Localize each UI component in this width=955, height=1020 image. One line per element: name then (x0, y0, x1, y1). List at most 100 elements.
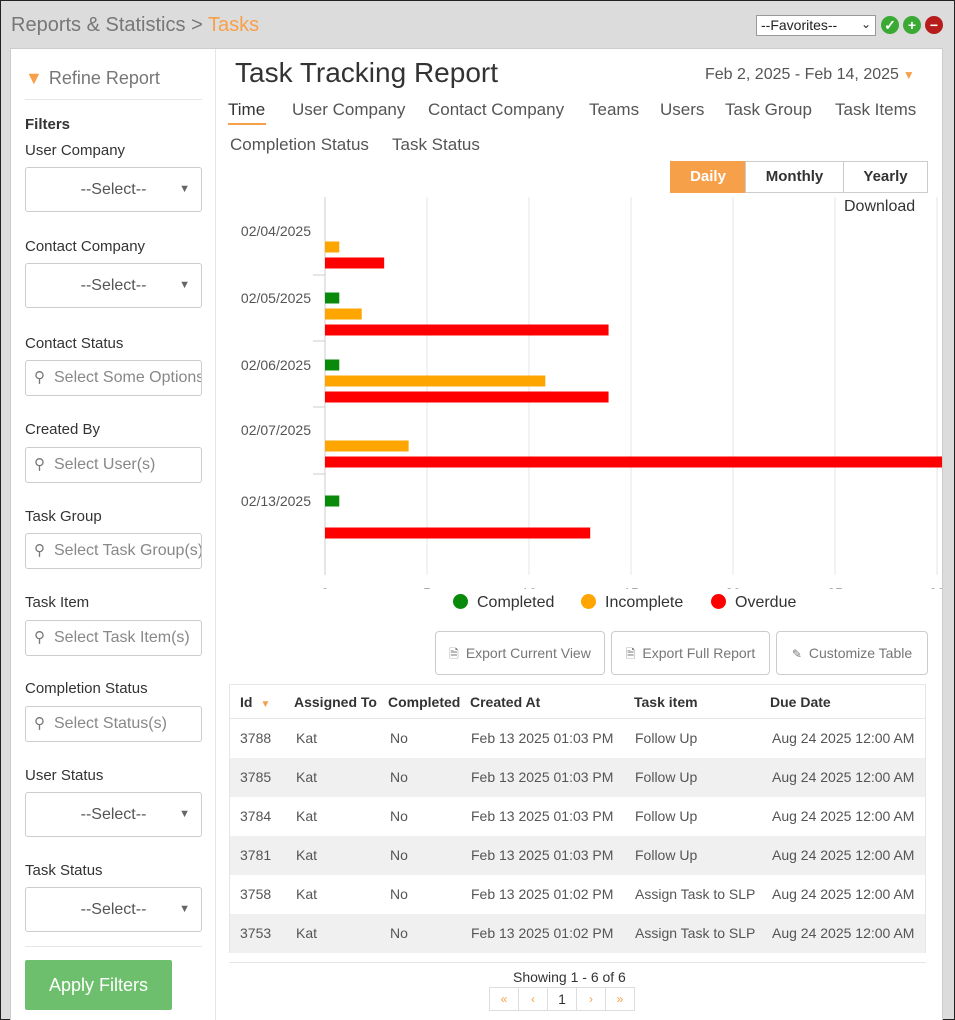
table-row[interactable]: 3753 Kat No Feb 13 2025 01:02 PM Assign Task… (230, 914, 925, 953)
legend-item-completed[interactable]: Completed (453, 594, 554, 612)
date-range-value: Feb 2, 2025 - Feb 14, 2025 (705, 66, 899, 83)
search-icon: ⚲ (34, 629, 45, 646)
tick-label: 30 (929, 585, 942, 589)
cell-task-item: Assign Task to SLP (635, 886, 756, 902)
export-current-view-button[interactable]: 🗎 Export Current View (435, 631, 605, 675)
column-header-created-at[interactable]: Created At (470, 685, 540, 719)
tab-task-status[interactable]: Task Status (392, 135, 480, 155)
cell-assigned-to: Kat (296, 847, 318, 863)
bar-overdue (325, 324, 609, 336)
active-tab-indicator (228, 123, 266, 125)
refine-label: Refine Report (48, 68, 160, 88)
table-row[interactable]: 3784 Kat No Feb 13 2025 01:03 PM Follow Up Au… (230, 797, 925, 836)
task-group-placeholder: Select Task Group(s) (54, 542, 202, 559)
task-group-input[interactable]: ⚲ Select Task Group(s) (25, 533, 202, 569)
caret-down-icon: ▼ (179, 279, 190, 291)
tab-task-group[interactable]: Task Group (725, 100, 812, 120)
bar-completed (325, 359, 340, 371)
tab-time[interactable]: Time (228, 100, 265, 120)
cell-task-item: Follow Up (635, 808, 698, 824)
filter-label-created-by: Created By (25, 421, 101, 438)
task-item-input[interactable]: ⚲ Select Task Item(s) (25, 620, 202, 656)
cell-assigned-to: Kat (296, 925, 318, 941)
cell-completed: No (390, 847, 408, 863)
task-item-placeholder: Select Task Item(s) (54, 629, 190, 646)
divider (229, 962, 926, 963)
filter-sidebar: ▼ Refine Report Filters User Company --Se… (11, 49, 216, 1020)
breadcrumb-current: Tasks (207, 14, 260, 36)
column-header-due-date[interactable]: Due Date (770, 685, 831, 719)
bar-incomplete (325, 241, 340, 253)
column-header-task-item[interactable]: Task item (634, 685, 698, 719)
user-status-value: --Select-- (80, 806, 147, 823)
tab-task-items[interactable]: Task Items (835, 100, 916, 120)
sort-desc-icon: ▼ (260, 699, 271, 710)
breadcrumb-parent[interactable]: Reports & Statistics (11, 14, 186, 36)
confirm-icon[interactable]: ✓ (881, 16, 899, 34)
prev-page-icon[interactable]: ‹ (518, 987, 548, 1011)
page-title: Task Tracking Report (235, 57, 498, 88)
tab-users[interactable]: Users (660, 100, 704, 120)
add-icon[interactable]: + (903, 16, 921, 34)
column-header-assigned-to[interactable]: Assigned To (294, 685, 377, 719)
cell-completed: No (390, 925, 408, 941)
remove-icon[interactable]: − (925, 16, 943, 34)
funnel-icon: ▼ (25, 68, 43, 88)
tab-teams[interactable]: Teams (589, 100, 639, 120)
next-page-icon[interactable]: › (576, 987, 606, 1011)
cell-due-date: Aug 24 2025 12:00 AM (772, 925, 915, 941)
cell-due-date: Aug 24 2025 12:00 AM (772, 886, 915, 902)
filter-label-task-group: Task Group (25, 508, 102, 525)
breadcrumb-separator: > (185, 14, 208, 36)
cell-assigned-to: Kat (296, 808, 318, 824)
last-page-icon[interactable]: » (605, 987, 635, 1011)
column-header-completed[interactable]: Completed (388, 685, 460, 719)
contact-company-select[interactable]: --Select-- ▼ (25, 263, 202, 308)
first-page-icon[interactable]: « (489, 987, 519, 1011)
cell-created-at: Feb 13 2025 01:03 PM (471, 730, 614, 746)
file-excel-icon: 🗎 (449, 647, 459, 661)
favorites-select[interactable]: --Favorites-- ⌄ (756, 15, 876, 36)
tasks-table: Id ▼ Assigned To Completed Created At Tas… (229, 684, 926, 953)
caret-down-icon: ▼ (179, 903, 190, 915)
cell-created-at: Feb 13 2025 01:03 PM (471, 808, 614, 824)
contact-status-input[interactable]: ⚲ Select Some Options (25, 360, 202, 396)
apply-filters-button[interactable]: Apply Filters (25, 960, 172, 1010)
task-status-value: --Select-- (80, 901, 147, 918)
tick-label: 20 (725, 585, 741, 589)
tab-user-company[interactable]: User Company (292, 100, 405, 120)
completion-status-input[interactable]: ⚲ Select Status(s) (25, 706, 202, 742)
date-range-picker[interactable]: Feb 2, 2025 - Feb 14, 2025 ▼ (705, 66, 915, 84)
user-status-select[interactable]: --Select-- ▼ (25, 792, 202, 837)
legend-item-incomplete[interactable]: Incomplete (581, 594, 683, 612)
created-by-input[interactable]: ⚲ Select User(s) (25, 447, 202, 483)
tab-contact-company[interactable]: Contact Company (428, 100, 564, 120)
bar-incomplete (325, 440, 409, 452)
table-row[interactable]: 3785 Kat No Feb 13 2025 01:03 PM Follow Up Au… (230, 758, 925, 797)
pagination-summary: Showing 1 - 6 of 6 (513, 969, 626, 985)
table-row[interactable]: 3788 Kat No Feb 13 2025 01:03 PM Follow Up Au… (230, 719, 925, 758)
filter-label-task-status: Task Status (25, 862, 103, 879)
favorites-value: --Favorites-- (761, 17, 838, 33)
table-row[interactable]: 3781 Kat No Feb 13 2025 01:03 PM Follow Up Au… (230, 836, 925, 875)
task-status-select[interactable]: --Select-- ▼ (25, 887, 202, 932)
tab-completion-status[interactable]: Completion Status (230, 135, 369, 155)
customize-table-button[interactable]: ✎ Customize Table (776, 631, 928, 675)
table-row[interactable]: 3758 Kat No Feb 13 2025 01:02 PM Assign Task… (230, 875, 925, 914)
cell-task-item: Follow Up (635, 769, 698, 785)
export-current-label: Export Current View (465, 645, 591, 661)
app-window: Reports & Statistics > Tasks --Favorites… (0, 0, 955, 1020)
export-full-report-button[interactable]: 🗎 Export Full Report (611, 631, 770, 675)
bar-overdue (325, 527, 591, 539)
caret-down-icon: ▼ (902, 68, 915, 82)
legend-item-overdue[interactable]: Overdue (711, 594, 796, 612)
category-label: 02/06/2025 (241, 357, 311, 373)
cell-id: 3788 (240, 730, 272, 746)
filter-label-task-item: Task Item (25, 594, 90, 611)
column-header-label: Id (240, 694, 253, 710)
page-number[interactable]: 1 (547, 987, 577, 1011)
user-company-select[interactable]: --Select-- ▼ (25, 167, 202, 212)
cell-id: 3785 (240, 769, 272, 785)
filter-label-contact-status: Contact Status (25, 335, 124, 352)
column-header-id[interactable]: Id ▼ (240, 685, 270, 722)
